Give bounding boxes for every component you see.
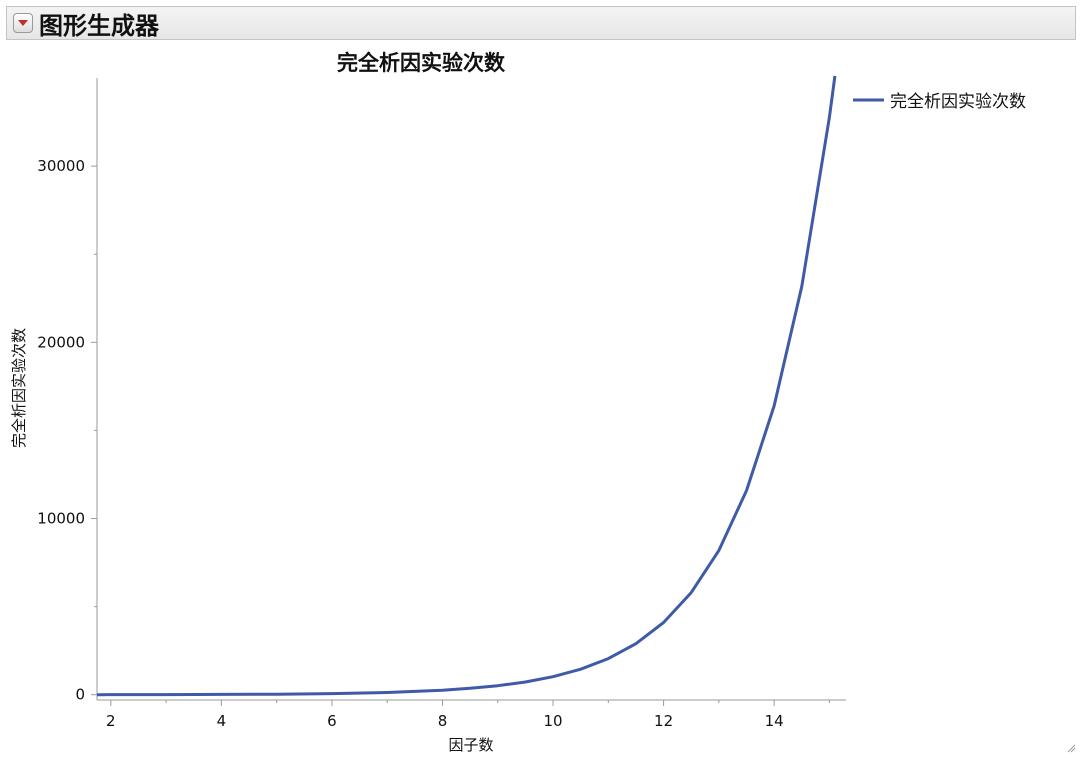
- x-tick-label: 10: [543, 712, 562, 730]
- x-tick-label: 8: [438, 712, 448, 730]
- x-ticks: 2 4 6 8 10 12 14: [106, 700, 830, 730]
- y-axis-label: 完全析因实验次数: [10, 328, 28, 448]
- x-axis-label: 因子数: [448, 736, 493, 754]
- axes: [96, 78, 846, 701]
- resize-grip-icon[interactable]: [1066, 743, 1076, 753]
- legend[interactable]: 完全析因实验次数: [853, 92, 1026, 112]
- y-tick-label: 20000: [37, 333, 85, 351]
- series-line: [96, 75, 837, 697]
- x-tick-label: 14: [765, 712, 784, 730]
- plot-area: [96, 75, 837, 697]
- x-tick-label: 4: [217, 712, 227, 730]
- y-tick-label: 0: [75, 686, 85, 704]
- chart-title: 完全析因实验次数: [337, 51, 506, 75]
- x-tick-label: 12: [654, 712, 673, 730]
- y-ticks: 0 10000 20000 30000: [37, 157, 97, 704]
- legend-label: 完全析因实验次数: [890, 92, 1026, 112]
- x-tick-label: 2: [106, 712, 116, 730]
- x-tick-label: 6: [327, 712, 337, 730]
- chart-area: 完全析因实验次数 0 10000 20000 30000 2 4 6 8 10 12 14 因子数…: [10, 51, 1026, 754]
- y-tick-label: 10000: [37, 510, 85, 528]
- y-tick-label: 30000: [37, 157, 85, 175]
